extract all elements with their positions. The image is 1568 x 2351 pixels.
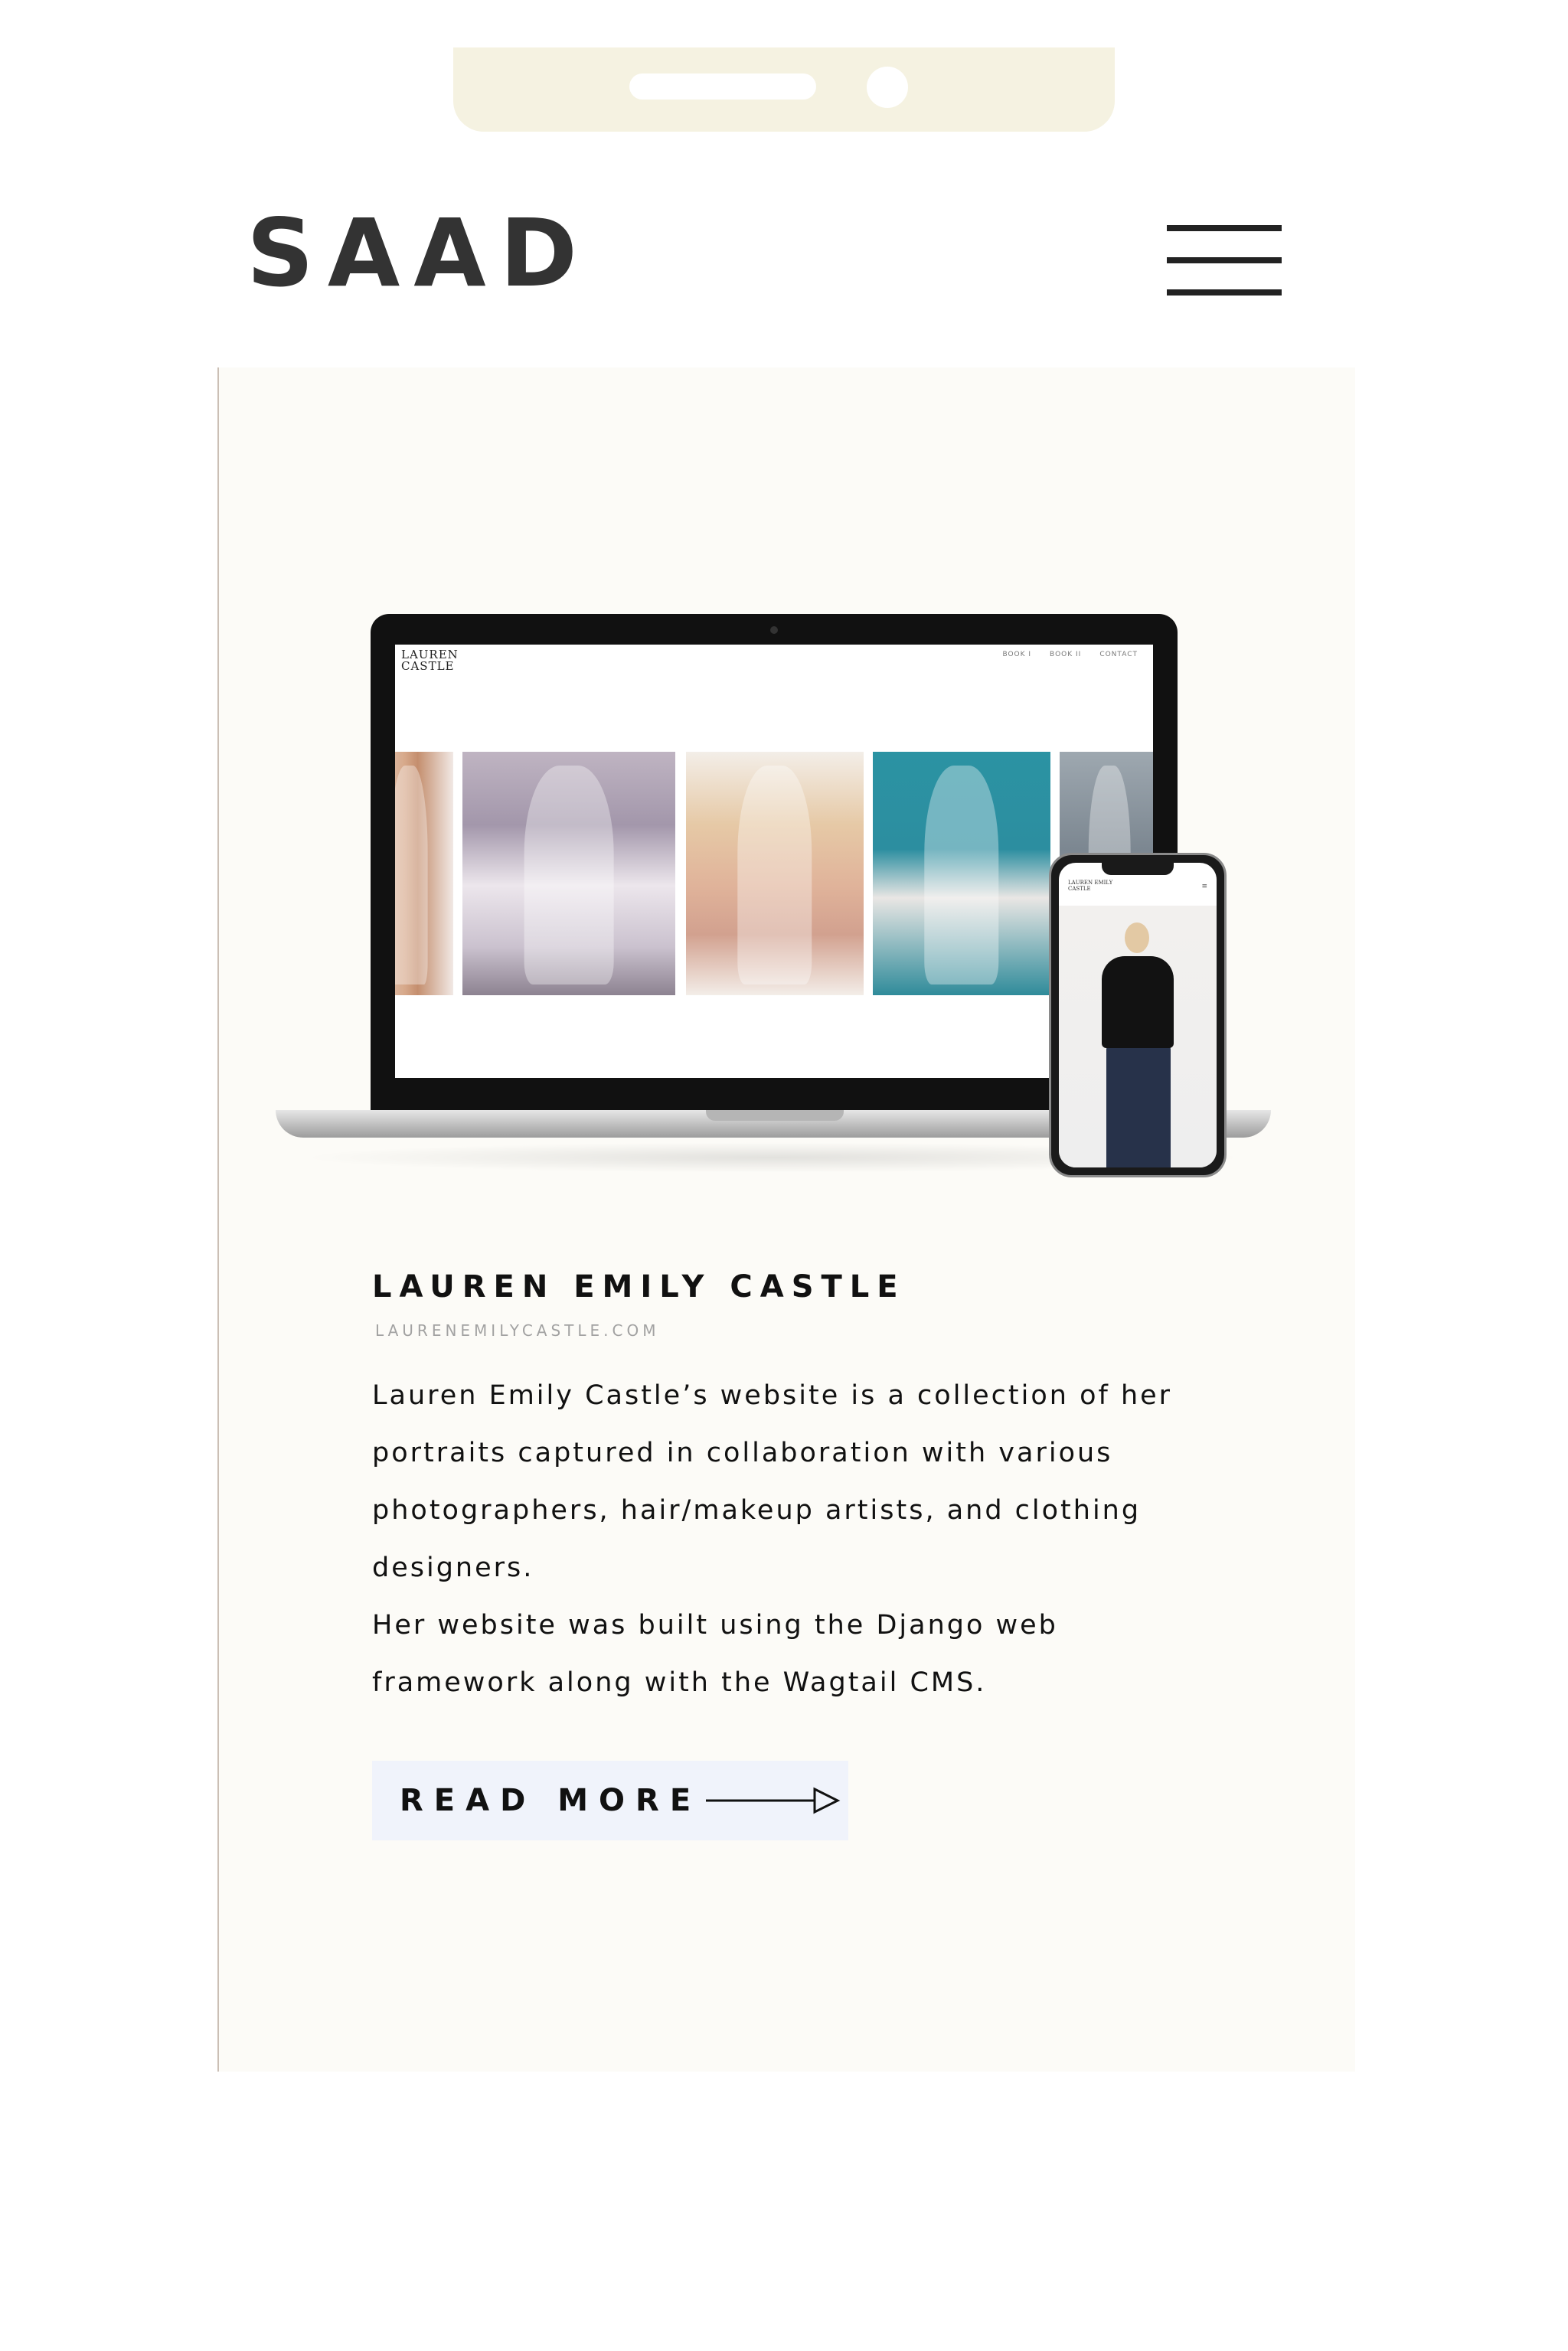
phone-portrait-photo [1059, 906, 1217, 1167]
read-more-label: READ MORE [400, 1783, 702, 1818]
phone-mockup: LAUREN EMILY CASTLE ≡ [1049, 853, 1227, 1177]
laptop-screen: LAUREN CASTLE BOOK I BOOK II CONTACT [395, 645, 1153, 1078]
description-paragraph: Her website was built using the Django w… [372, 1610, 1058, 1698]
project-card: LAUREN CASTLE BOOK I BOOK II CONTACT LAU… [217, 367, 1355, 2072]
portrait-photo [873, 752, 1050, 995]
project-title: LAUREN EMILY CASTLE [372, 1269, 906, 1304]
site-logo[interactable]: SAAD [247, 207, 591, 300]
camera-dot [867, 67, 908, 108]
portrait-photo [686, 752, 864, 995]
mockup-nav-item: BOOK II [1050, 651, 1082, 658]
device-mockup-image: LAUREN CASTLE BOOK I BOOK II CONTACT LAU… [276, 614, 1271, 1193]
mockup-nav-item: BOOK I [1002, 651, 1032, 658]
phone-screen: LAUREN EMILY CASTLE ≡ [1059, 863, 1217, 1167]
phone-menu-icon: ≡ [1201, 883, 1207, 890]
laptop-opening-notch [706, 1110, 844, 1121]
menu-line [1167, 225, 1282, 231]
menu-line [1167, 289, 1282, 296]
portrait-photo [462, 752, 675, 995]
description-paragraph: Lauren Emily Castle’s website is a colle… [372, 1380, 1173, 1583]
mockup-site-logo: LAUREN CASTLE [401, 648, 459, 673]
mockup-nav-item: CONTACT [1099, 651, 1138, 658]
portrait-photo [395, 752, 453, 995]
menu-line [1167, 257, 1282, 263]
project-url-link[interactable]: LAURENEMILYCASTLE.COM [375, 1321, 659, 1340]
arrow-right-icon [706, 1787, 841, 1814]
phone-site-logo: LAUREN EMILY CASTLE [1068, 880, 1113, 892]
speaker-slot [629, 73, 816, 100]
phone-notch [1102, 863, 1174, 875]
device-notch [453, 47, 1115, 132]
read-more-button[interactable]: READ MORE [372, 1761, 848, 1840]
mockup-site-nav: BOOK I BOOK II CONTACT [1002, 651, 1138, 658]
laptop-camera [770, 626, 778, 634]
project-description: Lauren Emily Castle’s website is a colle… [372, 1367, 1214, 1712]
hamburger-menu-icon[interactable] [1167, 225, 1282, 299]
